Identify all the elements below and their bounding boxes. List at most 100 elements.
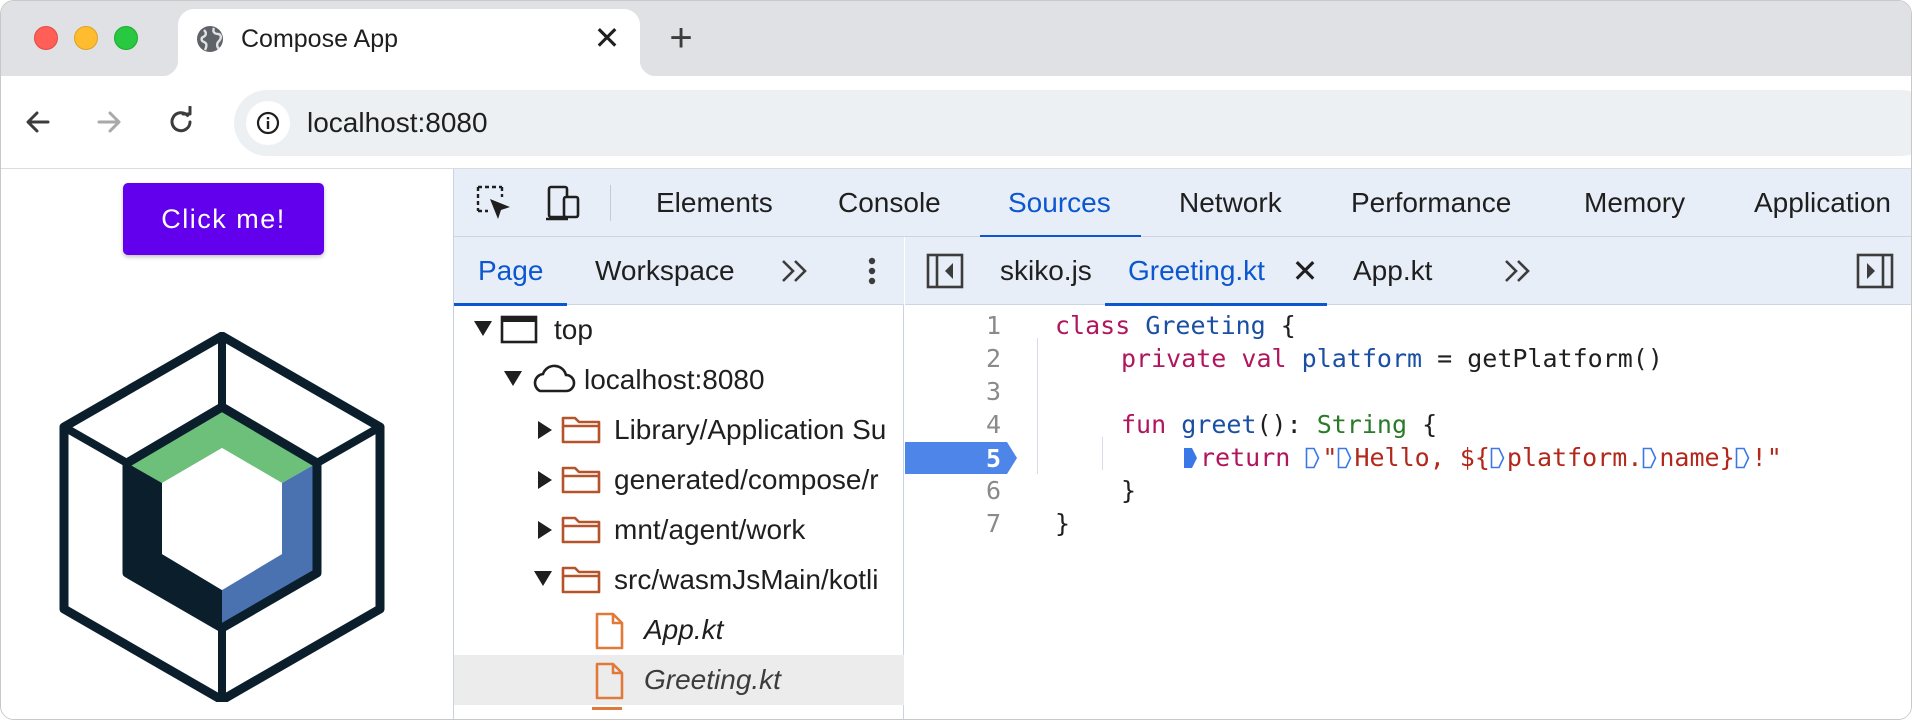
code-editor: skiko.js Greeting.kt ✕ App.kt 1 2 3 4 5 … xyxy=(905,237,1911,719)
expand-arrow-icon[interactable] xyxy=(474,321,492,336)
close-tab-button[interactable]: ✕ xyxy=(1285,251,1325,291)
code-line-7: } xyxy=(1055,509,1071,538)
code-area[interactable]: 1 2 3 4 5 6 7 class Greeting { private v… xyxy=(905,305,1911,719)
tree-item-label: src/wasmJsMain/kotli xyxy=(614,564,879,595)
tab-elements[interactable]: Elements xyxy=(656,169,773,237)
code-line-4: fun greet(): String { xyxy=(1121,408,1437,441)
editor-tab-app[interactable]: App.kt xyxy=(1353,237,1432,305)
expand-arrow-icon[interactable] xyxy=(538,421,552,439)
inline-breakpoint-active-icon[interactable] xyxy=(1183,447,1198,469)
line-number[interactable]: 4 xyxy=(905,408,1001,441)
inspect-element-icon[interactable] xyxy=(474,183,514,223)
code-line-1: class Greeting { xyxy=(1055,309,1296,342)
tab-page[interactable]: Page xyxy=(453,237,568,306)
tab-title: Compose App xyxy=(241,25,399,53)
code-line-6: } xyxy=(1121,476,1137,505)
click-me-button[interactable]: Click me! xyxy=(123,183,324,255)
frame-icon xyxy=(500,315,538,344)
tree-item-localhost[interactable]: localhost:8080 xyxy=(454,355,904,405)
tab-workspace[interactable]: Workspace xyxy=(595,237,735,305)
editor-tab-skiko[interactable]: skiko.js xyxy=(1000,237,1092,305)
more-options-icon[interactable] xyxy=(854,253,890,289)
tree-item-label: Greeting.kt xyxy=(644,664,781,695)
tree-item-folder[interactable]: src/wasmJsMain/kotli xyxy=(454,555,904,605)
tab-sources[interactable]: Sources xyxy=(980,169,1141,238)
toggle-debugger-icon[interactable] xyxy=(1855,251,1895,291)
tab-performance[interactable]: Performance xyxy=(1351,169,1511,237)
code-keyword: fun xyxy=(1121,410,1167,439)
tab-console[interactable]: Console xyxy=(838,169,941,237)
code-string: platform. xyxy=(1506,443,1643,472)
expand-arrow-icon[interactable] xyxy=(534,571,552,586)
indent-guide xyxy=(1102,437,1103,470)
more-tabs-chevron-icon[interactable] xyxy=(1500,253,1536,289)
line-number[interactable]: 7 xyxy=(905,507,1001,540)
forward-button[interactable] xyxy=(85,98,133,146)
code-text: (): xyxy=(1256,410,1317,439)
tab-memory[interactable]: Memory xyxy=(1584,169,1685,237)
folder-icon xyxy=(561,466,601,494)
inline-breakpoint-icon[interactable] xyxy=(1305,447,1320,469)
more-tabs-chevron-icon[interactable] xyxy=(777,253,813,289)
line-number[interactable]: 2 xyxy=(905,342,1001,375)
navigator-tabs: Page Workspace xyxy=(453,237,904,306)
inline-breakpoint-icon[interactable] xyxy=(1642,447,1657,469)
tree-item-label: generated/compose/r xyxy=(614,464,879,495)
inline-breakpoint-icon[interactable] xyxy=(1337,447,1352,469)
expand-arrow-icon[interactable] xyxy=(504,371,522,386)
breakpoint-line-number[interactable]: 5 xyxy=(905,442,1001,475)
close-window-button[interactable] xyxy=(34,26,58,50)
globe-icon xyxy=(197,26,223,52)
indent-guide xyxy=(1037,338,1038,474)
code-type: String xyxy=(1316,410,1408,439)
cloud-icon xyxy=(533,364,576,393)
arrow-left-icon xyxy=(26,111,50,133)
browser-tab[interactable]: Compose App ✕ xyxy=(162,9,656,76)
expand-arrow-icon[interactable] xyxy=(538,521,552,539)
maximize-window-button[interactable] xyxy=(114,26,138,50)
line-number[interactable]: 6 xyxy=(905,474,1001,507)
address-bar[interactable]: localhost:8080 xyxy=(234,90,1911,156)
compose-logo-icon xyxy=(59,332,385,702)
code-line-2: private val platform = getPlatform() xyxy=(1121,342,1663,375)
tab-close-button[interactable]: ✕ xyxy=(588,19,626,57)
toggle-navigator-icon[interactable] xyxy=(925,251,965,291)
tree-item-top[interactable]: top xyxy=(454,305,904,355)
line-number[interactable]: 1 xyxy=(905,309,1001,342)
minimize-window-button[interactable] xyxy=(74,26,98,50)
code-keyword: private val xyxy=(1121,344,1287,373)
line-number[interactable]: 3 xyxy=(905,375,1001,408)
editor-tabs: skiko.js Greeting.kt ✕ App.kt xyxy=(905,237,1911,306)
code-string: " xyxy=(1322,443,1338,472)
tab-network[interactable]: Network xyxy=(1179,169,1282,237)
sources-navigator: Page Workspace top localhost:8080 Librar… xyxy=(453,237,904,719)
tree-item-folder[interactable]: generated/compose/r xyxy=(454,455,904,505)
toolbar-divider xyxy=(610,185,611,221)
page-viewport: Click me! xyxy=(1,169,453,719)
code-keyword: class xyxy=(1055,311,1131,340)
editor-tab-greeting[interactable]: Greeting.kt xyxy=(1105,237,1327,306)
file-icon xyxy=(595,662,624,700)
code-text: = getPlatform() xyxy=(1422,344,1663,373)
tree-item-label: mnt/agent/work xyxy=(614,514,806,545)
inline-breakpoint-icon[interactable] xyxy=(1490,447,1505,469)
folder-icon xyxy=(561,516,601,544)
tab-application[interactable]: Application xyxy=(1754,169,1891,237)
tree-item-folder[interactable]: Library/Application Su xyxy=(454,405,904,455)
site-info-button[interactable] xyxy=(246,101,290,145)
code-text: { xyxy=(1407,410,1438,439)
device-toolbar-icon[interactable] xyxy=(544,183,584,223)
tree-item-label: Library/Application Su xyxy=(614,414,887,445)
file-icon xyxy=(595,612,624,650)
back-button[interactable] xyxy=(14,98,62,146)
tree-item-file-selected[interactable]: Greeting.kt xyxy=(454,655,904,705)
inline-breakpoint-icon[interactable] xyxy=(1735,447,1750,469)
folder-icon xyxy=(561,566,601,594)
url-text[interactable]: localhost:8080 xyxy=(307,106,488,140)
new-tab-button[interactable]: + xyxy=(657,15,705,63)
code-identifier: platform xyxy=(1301,344,1423,373)
tree-item-file[interactable]: App.kt xyxy=(454,605,904,655)
reload-button[interactable] xyxy=(157,98,205,146)
expand-arrow-icon[interactable] xyxy=(538,471,552,489)
tree-item-folder[interactable]: mnt/agent/work xyxy=(454,505,904,555)
